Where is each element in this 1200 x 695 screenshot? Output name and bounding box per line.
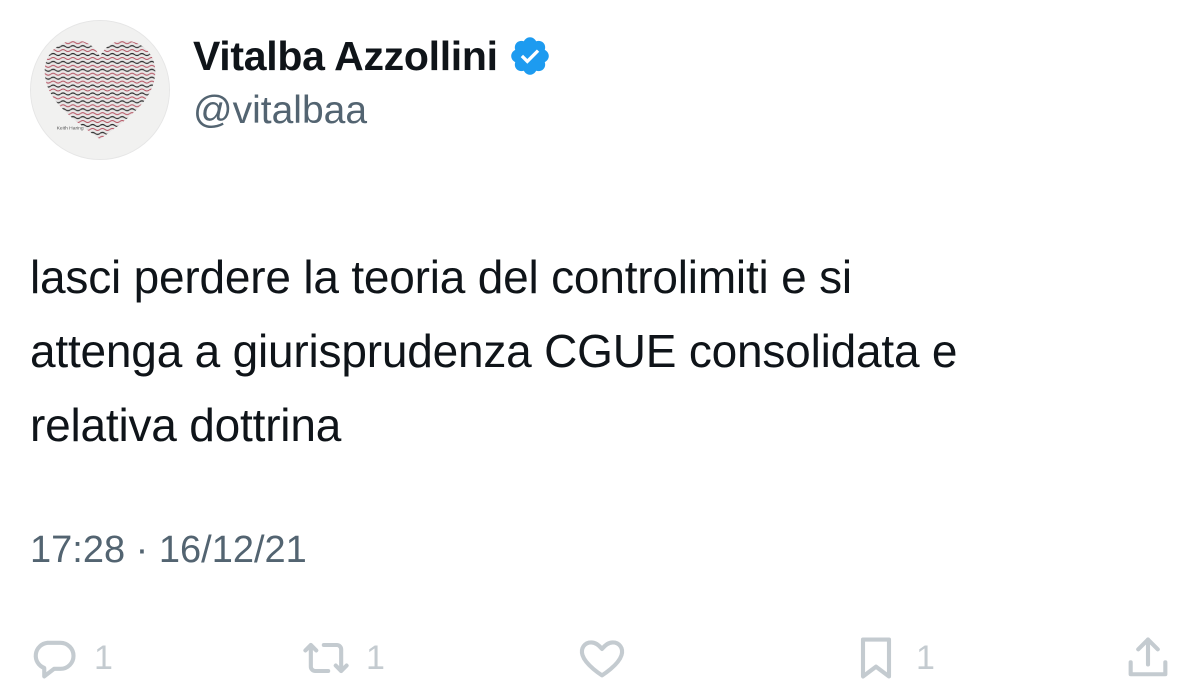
reply-count: 1 [94,638,113,677]
tweet-text-line: lasci perdere la teoria del controlimiti… [30,251,852,303]
retweet-count: 1 [366,638,385,677]
bookmark-count: 1 [916,638,935,677]
heart-pattern-avatar: Keith Haring [31,21,169,159]
bookmark-button[interactable]: 1 [850,628,935,688]
author-handle[interactable]: @vitalbaa [193,89,367,133]
tweet-text-line: attenga a giurisprudenza CGUE consolidat… [30,325,958,377]
retweet-button[interactable]: 1 [300,628,385,688]
retweet-icon [303,642,349,674]
tweet-timestamp[interactable]: 17:28 · 16/12/21 [30,529,307,572]
reply-button[interactable]: 1 [28,628,113,688]
verified-badge-icon [508,34,552,78]
tweet-text: lasci perdere la teoria del controlimiti… [30,240,1150,462]
svg-text:Keith Haring: Keith Haring [57,125,84,131]
tweet-text-line: relativa dottrina [30,399,342,451]
action-bar: 1 1 1 [0,620,1200,695]
reply-icon [33,640,76,679]
author-display-name[interactable]: Vitalba Azzollini [193,35,498,77]
heart-icon [579,640,625,678]
share-icon [1128,637,1168,677]
share-button[interactable] [1122,628,1174,688]
bookmark-icon [860,637,892,679]
like-button[interactable] [576,628,628,688]
avatar[interactable]: Keith Haring [30,20,170,160]
